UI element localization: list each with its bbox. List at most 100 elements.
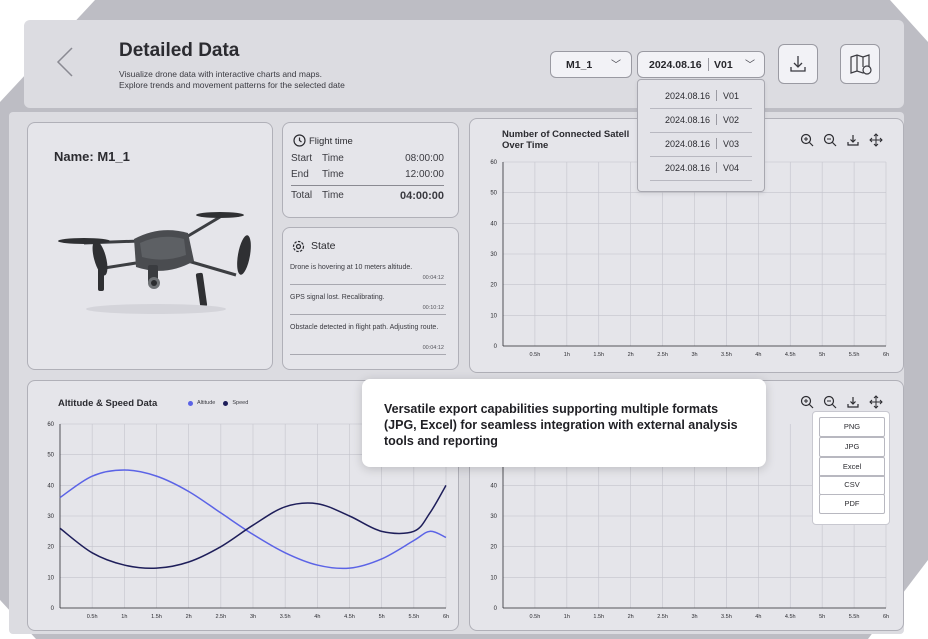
x-tick-label: 2h xyxy=(628,614,634,620)
dropdown-item[interactable]: 2024.08.16 V01 xyxy=(650,85,752,109)
x-tick-label: 2.5h xyxy=(657,352,668,358)
y-tick-label: 10 xyxy=(47,575,54,581)
x-tick-label: 2h xyxy=(186,614,192,620)
y-tick-label: 60 xyxy=(47,422,54,428)
end-label: End xyxy=(291,169,309,180)
x-tick-label: 0.5h xyxy=(87,614,98,620)
dropdown-item-date: 2024.08.16 xyxy=(665,115,711,125)
divider xyxy=(716,114,717,125)
x-tick-label: 1.5h xyxy=(593,352,604,358)
x-tick-label: 4h xyxy=(755,614,761,620)
y-tick-label: 20 xyxy=(47,545,54,551)
start-time-value: 08:00:00 xyxy=(405,153,444,164)
dropdown-item-version: V01 xyxy=(723,91,740,101)
model-select[interactable]: M1_1 ﹀ xyxy=(550,51,632,78)
x-tick-label: 6h xyxy=(883,614,889,620)
x-tick-label: 5h xyxy=(379,614,385,620)
export-excel-option[interactable]: Excel xyxy=(819,457,885,477)
state-log-time: 00:04:12 xyxy=(422,345,444,351)
x-tick-label: 1h xyxy=(564,614,570,620)
x-tick-label: 4.5h xyxy=(344,614,355,620)
flight-time-title: Flight time xyxy=(309,136,353,147)
y-tick-label: 40 xyxy=(490,483,497,489)
x-tick-label: 5.5h xyxy=(849,614,860,620)
drone-name: Name: M1_1 xyxy=(54,149,130,164)
total-label: Total xyxy=(291,190,313,201)
y-tick-label: 20 xyxy=(490,283,497,289)
map-refresh-icon xyxy=(850,54,872,75)
y-tick-label: 0 xyxy=(494,344,498,350)
y-tick-label: 30 xyxy=(490,514,497,520)
x-tick-label: 1h xyxy=(564,352,570,358)
y-tick-label: 30 xyxy=(47,514,54,520)
date-version-select[interactable]: 2024.08.16 V01 ﹀ xyxy=(637,51,765,78)
date-dropdown-menu: 2024.08.16 V01 2024.08.16 V02 2024.08.16 V0… xyxy=(637,79,765,192)
x-tick-label: 4h xyxy=(314,614,320,620)
x-tick-label: 4h xyxy=(755,352,761,358)
x-tick-label: 5h xyxy=(819,614,825,620)
feature-tooltip: Versatile export capabilities supporting… xyxy=(362,379,766,467)
divider xyxy=(716,90,717,101)
drone-card: Name: M1_1 xyxy=(27,122,273,370)
back-arrow-icon[interactable] xyxy=(54,46,78,78)
y-tick-label: 30 xyxy=(490,252,497,258)
x-tick-label: 0.5h xyxy=(530,352,541,358)
state-card: State Drone is hovering at 10 meters alt… xyxy=(282,227,459,370)
divider xyxy=(716,162,717,173)
dropdown-item[interactable]: 2024.08.16 V03 xyxy=(650,133,752,157)
y-tick-label: 0 xyxy=(51,606,55,612)
dropdown-item[interactable]: 2024.08.16 V04 xyxy=(650,157,752,181)
total-sub-label: Time xyxy=(322,190,344,201)
end-time-value: 12:00:00 xyxy=(405,169,444,180)
x-tick-label: 6h xyxy=(443,614,449,620)
subtitle-line-2: Explore trends and movement patterns for… xyxy=(119,80,345,90)
state-log-time: 00:04:12 xyxy=(422,275,444,281)
x-tick-label: 3h xyxy=(691,614,697,620)
divider xyxy=(716,138,717,149)
x-tick-label: 4.5h xyxy=(785,614,796,620)
start-sub-label: Time xyxy=(322,153,344,164)
y-tick-label: 40 xyxy=(490,221,497,227)
x-tick-label: 5.5h xyxy=(408,614,419,620)
x-tick-label: 3h xyxy=(691,352,697,358)
x-tick-label: 5h xyxy=(819,352,825,358)
download-button[interactable] xyxy=(778,44,818,84)
dropdown-item[interactable]: 2024.08.16 V02 xyxy=(650,109,752,133)
dropdown-item-version: V02 xyxy=(723,115,740,125)
x-tick-label: 3.5h xyxy=(280,614,291,620)
map-button[interactable] xyxy=(840,44,880,84)
end-time-row: End Time 12:00:00 xyxy=(291,169,444,186)
state-log-text: GPS signal lost. Recalibrating. xyxy=(290,294,385,301)
x-tick-label: 1h xyxy=(121,614,127,620)
state-log-item: Drone is hovering at 10 meters altitude.… xyxy=(290,263,446,285)
export-csv-option[interactable]: CSV xyxy=(819,475,885,495)
clock-icon xyxy=(293,134,306,147)
export-jpg-option[interactable]: JPG xyxy=(819,437,885,457)
export-format-menu: PNG JPG Excel CSV PDF xyxy=(812,411,890,525)
state-log-text: Obstacle detected in flight path. Adjust… xyxy=(290,324,439,331)
x-tick-label: 3.5h xyxy=(721,614,732,620)
end-sub-label: Time xyxy=(322,169,344,180)
y-tick-label: 50 xyxy=(47,453,54,459)
y-tick-label: 40 xyxy=(47,483,54,489)
page-header xyxy=(24,20,904,108)
x-tick-label: 1.5h xyxy=(593,614,604,620)
x-tick-label: 3h xyxy=(250,614,256,620)
dropdown-item-date: 2024.08.16 xyxy=(665,91,711,101)
x-tick-label: 5.5h xyxy=(849,352,860,358)
state-log-item: Obstacle detected in flight path. Adjust… xyxy=(290,323,446,355)
divider xyxy=(708,58,709,71)
y-tick-label: 20 xyxy=(490,545,497,551)
export-pdf-option[interactable]: PDF xyxy=(819,494,885,514)
export-png-option[interactable]: PNG xyxy=(819,417,885,437)
dropdown-item-version: V04 xyxy=(723,163,740,173)
state-log-time: 00:10:12 xyxy=(422,305,444,311)
dropdown-item-date: 2024.08.16 xyxy=(665,139,711,149)
state-title: State xyxy=(311,240,336,252)
y-tick-label: 60 xyxy=(490,160,497,166)
state-log-text: Drone is hovering at 10 meters altitude. xyxy=(290,264,413,271)
version-select-value: V01 xyxy=(714,59,733,71)
page-title: Detailed Data xyxy=(119,40,240,61)
start-label: Start xyxy=(291,153,313,164)
y-tick-label: 50 xyxy=(490,191,497,197)
